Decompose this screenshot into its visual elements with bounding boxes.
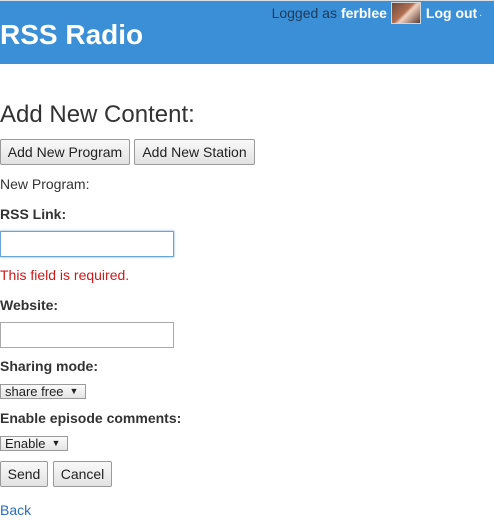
send-button[interactable]: Send <box>0 461 48 487</box>
back-link[interactable]: Back <box>0 502 31 518</box>
sharing-mode-select[interactable]: share free ▼ <box>0 384 86 399</box>
sharing-mode-label: Sharing mode: <box>0 358 99 374</box>
user-avatar <box>390 2 421 24</box>
logout-link[interactable]: Log out <box>426 5 477 21</box>
dropdown-arrow-icon: ▼ <box>51 438 61 448</box>
episode-comments-value: Enable <box>5 436 46 451</box>
cancel-button[interactable]: Cancel <box>53 461 112 487</box>
username: ferblee <box>340 5 387 21</box>
rss-link-input[interactable] <box>0 231 174 257</box>
rss-link-error: This field is required. <box>0 267 130 283</box>
user-area: Logged as ferblee Log out . <box>272 2 482 24</box>
app-title: RSS Radio <box>0 19 144 50</box>
sharing-mode-value: share free <box>5 384 64 399</box>
add-new-program-button[interactable]: Add New Program <box>0 139 130 165</box>
separator-dot: . <box>479 7 482 19</box>
website-input[interactable] <box>0 322 174 348</box>
form-heading: New Program: <box>0 176 90 192</box>
logged-as-text: Logged as <box>271 5 337 21</box>
top-header: RSS Radio Logged as ferblee Log out . <box>0 0 494 64</box>
episode-comments-label: Enable episode comments: <box>0 410 182 426</box>
website-label: Website: <box>0 297 59 313</box>
add-new-station-button[interactable]: Add New Station <box>134 139 255 165</box>
section-title: Add New Content: <box>0 101 195 128</box>
rss-link-label: RSS Link: <box>0 206 67 222</box>
dropdown-arrow-icon: ▼ <box>69 386 79 396</box>
episode-comments-select[interactable]: Enable ▼ <box>0 436 68 451</box>
